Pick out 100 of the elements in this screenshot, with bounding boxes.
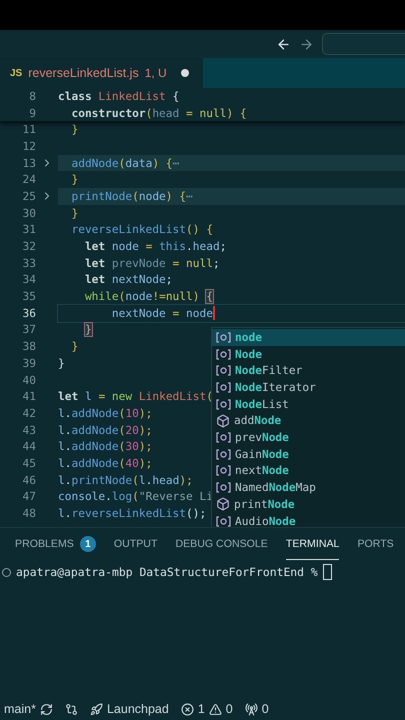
back-button[interactable] bbox=[276, 36, 291, 52]
code-text: addNode bbox=[72, 440, 119, 454]
cube-icon bbox=[216, 414, 230, 428]
cube-icon bbox=[216, 497, 230, 512]
suggestion-item[interactable]: Node bbox=[212, 346, 405, 362]
code-text: = bbox=[172, 306, 180, 320]
code-text: reverseLinkedList bbox=[72, 507, 186, 520]
line-number: 13 bbox=[22, 156, 36, 170]
file-status: 1, U bbox=[144, 66, 167, 80]
broadcast-icon bbox=[244, 702, 258, 716]
line-number: 41 bbox=[22, 390, 36, 404]
editor-tab[interactable]: JS reverseLinkedList.js 1, U bbox=[0, 58, 203, 88]
line-number: 32 bbox=[22, 240, 36, 254]
suggestion-text: NodeFilter bbox=[235, 364, 302, 378]
git-compare-icon[interactable] bbox=[64, 702, 78, 716]
count-badge: 1 bbox=[80, 536, 96, 552]
suggestion-text: addNode bbox=[234, 414, 282, 428]
suggestion-text: NodeList bbox=[235, 398, 289, 411]
line-number: 30 bbox=[22, 206, 36, 220]
variable-icon bbox=[216, 398, 231, 410]
circle-icon bbox=[2, 568, 11, 576]
code-text: ) { bbox=[166, 190, 186, 203]
code-text: let bbox=[84, 273, 106, 286]
code-text: l bbox=[84, 390, 92, 404]
code-text: 20 bbox=[125, 424, 139, 437]
bracket-highlight: { bbox=[206, 290, 213, 304]
error-count[interactable]: 1 bbox=[198, 702, 205, 716]
code-text: . bbox=[64, 424, 72, 437]
panel-tab[interactable]: DEBUG CONSOLE bbox=[175, 528, 268, 560]
tab-label: OUTPUT bbox=[114, 538, 158, 550]
line-number: 35 bbox=[22, 290, 36, 304]
variable-icon bbox=[216, 382, 231, 393]
line-number: 38 bbox=[22, 340, 36, 354]
line-number: 42 bbox=[22, 406, 36, 420]
code-text: ( bbox=[118, 456, 126, 470]
suggestion-item[interactable]: NodeIterator bbox=[212, 379, 405, 396]
code-text: node bbox=[112, 240, 139, 254]
code-text: head bbox=[192, 240, 220, 254]
code-text: constructor bbox=[70, 106, 146, 120]
code-text: head bbox=[152, 106, 180, 120]
line-number: 11 bbox=[22, 123, 36, 136]
forward-button[interactable] bbox=[299, 36, 314, 52]
panel-tab[interactable]: PROBLEMS 1 bbox=[15, 528, 96, 560]
code-text: } bbox=[70, 206, 78, 220]
line-number: 45 bbox=[22, 456, 36, 470]
search-field[interactable] bbox=[322, 33, 405, 55]
line-number: 34 bbox=[22, 273, 36, 286]
code-text: console bbox=[58, 490, 106, 504]
variable-icon bbox=[216, 516, 231, 526]
code-text: 30 bbox=[125, 440, 139, 454]
code-text: printNode bbox=[70, 190, 132, 203]
terminal-prompt: apatra@apatra-mbp DataStructureForFrontEnd % bbox=[16, 565, 318, 579]
code-text: l bbox=[138, 474, 146, 487]
ports-count[interactable]: 0 bbox=[262, 702, 269, 716]
line-number: 47 bbox=[22, 490, 36, 504]
suggestion-item[interactable]: node bbox=[212, 329, 405, 346]
sync-icon[interactable] bbox=[40, 702, 53, 716]
code-text: = bbox=[97, 390, 106, 404]
code-text: ( bbox=[118, 406, 126, 420]
code-text: ( bbox=[132, 474, 139, 487]
variable-icon bbox=[216, 365, 231, 376]
panel-tab[interactable]: TERMINAL bbox=[286, 528, 340, 560]
panel-tab[interactable]: PORTS bbox=[357, 528, 394, 560]
suggestion-text: printNode bbox=[234, 498, 295, 511]
suggestion-item[interactable]: GainNode bbox=[212, 446, 405, 463]
code-text: LinkedList bbox=[138, 390, 206, 404]
suggestion-text: Node bbox=[235, 348, 262, 361]
code-text: "Reverse Li bbox=[138, 490, 213, 504]
code-text: this bbox=[159, 240, 186, 254]
code-text: log bbox=[112, 490, 132, 504]
code-text: head bbox=[152, 474, 180, 487]
error-icon bbox=[180, 702, 194, 716]
suggestion-item[interactable]: AudioNode bbox=[212, 512, 405, 527]
launchpad-label[interactable]: Launchpad bbox=[106, 702, 169, 716]
suggestion-item[interactable]: NodeList bbox=[212, 396, 405, 413]
code-text: l bbox=[58, 456, 65, 470]
line-number: 12 bbox=[22, 140, 36, 153]
suggestion-item[interactable]: prevNode bbox=[212, 429, 405, 446]
suggestion-item[interactable]: NamedNodeMap bbox=[212, 479, 405, 496]
suggestion-text: NamedNodeMap bbox=[235, 481, 316, 494]
code-text: let bbox=[84, 256, 106, 270]
code-text: ); bbox=[179, 474, 193, 487]
suggestion-item[interactable]: printNode bbox=[212, 496, 405, 513]
code-text: } bbox=[70, 340, 78, 354]
code-text: ( bbox=[118, 290, 126, 304]
branch-name[interactable]: main* bbox=[4, 702, 36, 716]
code-text: ( bbox=[132, 190, 139, 203]
warning-count[interactable]: 0 bbox=[226, 702, 233, 716]
suggestion-item[interactable]: addNode bbox=[212, 412, 405, 430]
line-number: 31 bbox=[22, 223, 36, 236]
variable-icon bbox=[216, 465, 231, 476]
suggestion-item[interactable]: nextNode bbox=[212, 462, 405, 480]
suggestion-text: node bbox=[235, 330, 262, 344]
line-number: 46 bbox=[22, 474, 36, 487]
suggestion-item[interactable]: NodeFilter bbox=[212, 362, 405, 380]
arrow-right-icon bbox=[299, 36, 314, 52]
code-text: LinkedList bbox=[98, 90, 166, 103]
code-text: nextNode bbox=[110, 306, 166, 320]
panel-tab[interactable]: OUTPUT bbox=[114, 528, 158, 560]
rocket-icon bbox=[90, 702, 103, 716]
